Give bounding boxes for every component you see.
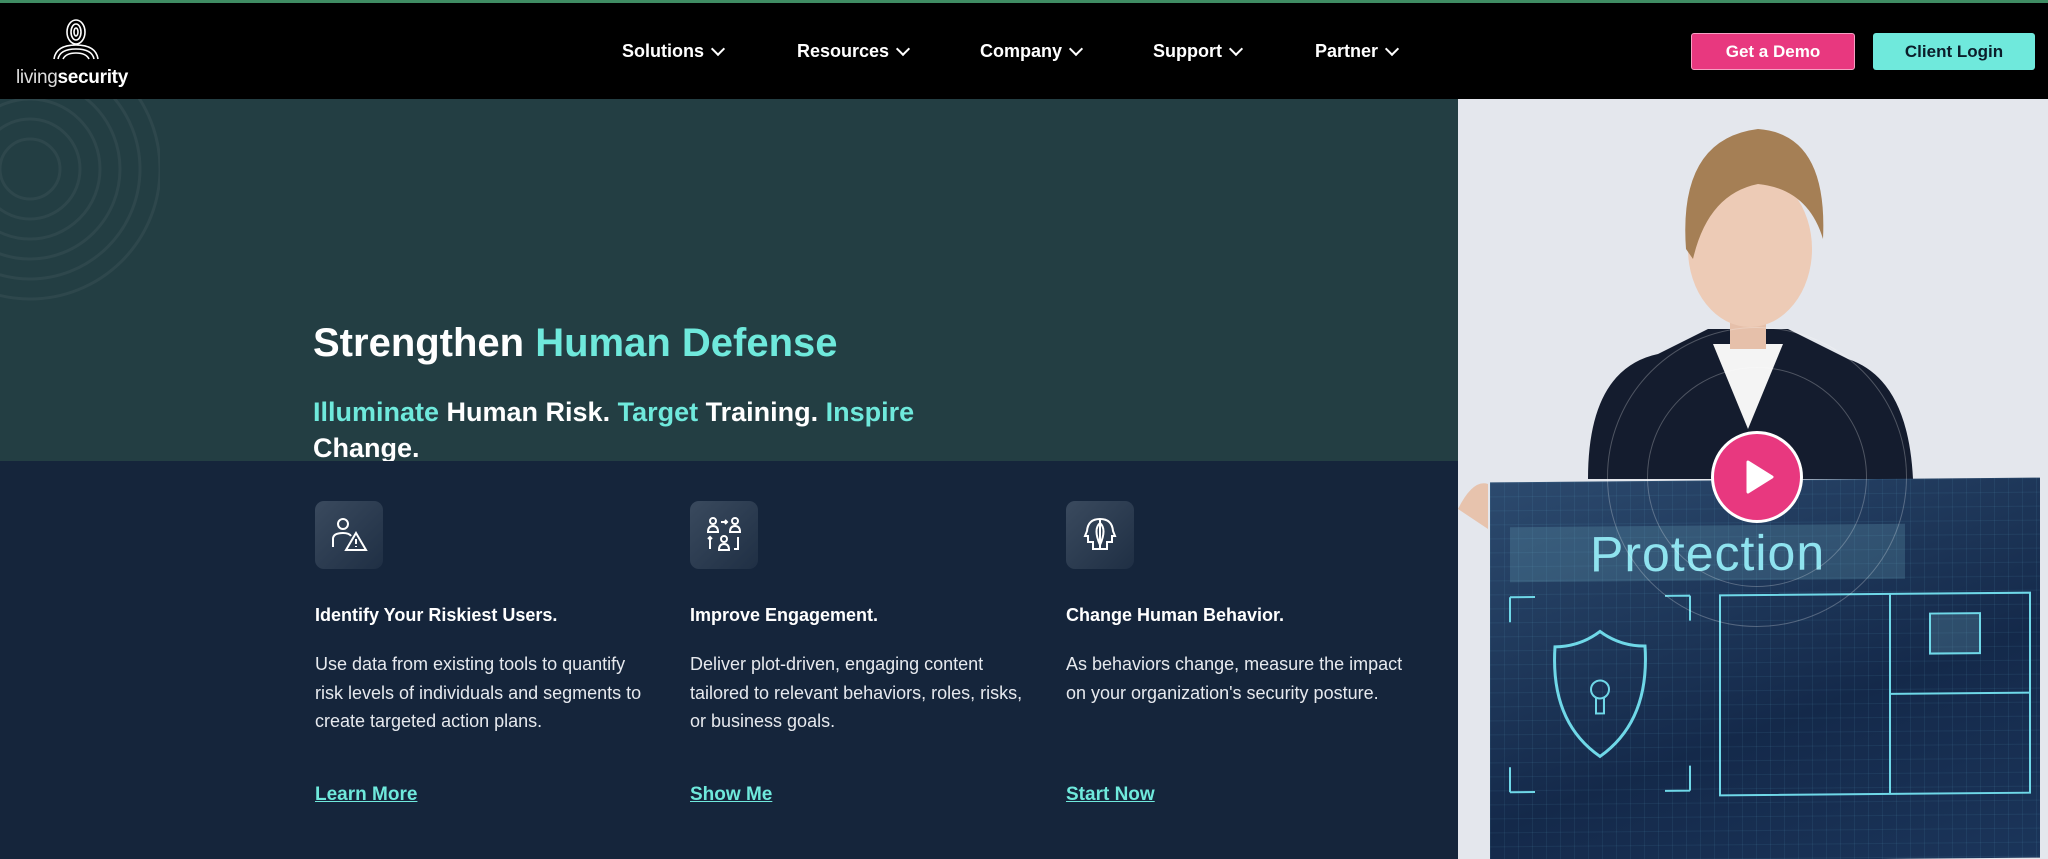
play-video-button[interactable] (1711, 431, 1803, 523)
start-now-link[interactable]: Start Now (1066, 784, 1155, 806)
show-me-link[interactable]: Show Me (690, 784, 772, 806)
title-highlight: Human Defense (535, 321, 838, 365)
chevron-down-icon (1228, 41, 1244, 56)
nav-label: Solutions (622, 41, 704, 61)
play-icon (1746, 460, 1774, 494)
shield-lock-icon (1509, 591, 2031, 797)
users-cycle-icon (690, 501, 758, 569)
nav-label: Support (1153, 41, 1222, 61)
heads-icon (1066, 501, 1134, 569)
sub-highlight: Illuminate (313, 397, 440, 427)
fingerprint-watermark-icon (0, 99, 160, 301)
hero-subtitle: Illuminate Human Risk. Target Training. … (313, 394, 1033, 461)
nav-resources[interactable]: Resources (797, 41, 911, 62)
logo-bold: security (57, 67, 129, 88)
sub-text: Change. (313, 433, 420, 461)
nav-label: Partner (1315, 41, 1379, 61)
feature-title: Identify Your Riskiest Users. (315, 605, 558, 625)
feature-body: As behaviors change, measure the impact … (1066, 654, 1403, 703)
client-login-button[interactable]: Client Login (1873, 33, 2035, 70)
nav-support[interactable]: Support (1153, 41, 1244, 62)
nav-solutions[interactable]: Solutions (622, 41, 726, 62)
hero-section: Strengthen Human Defense Illuminate Huma… (0, 99, 1458, 461)
title-white: Strengthen (313, 321, 536, 365)
learn-more-link[interactable]: Learn More (315, 784, 417, 806)
feature-title: Improve Engagement. (690, 605, 879, 625)
get-demo-button[interactable]: Get a Demo (1691, 33, 1855, 70)
sub-highlight: Inspire (825, 397, 915, 427)
feature-body: Use data from existing tools to quantify… (315, 654, 642, 731)
user-warning-icon (315, 501, 383, 569)
nav-company[interactable]: Company (980, 41, 1084, 62)
hero-title: Strengthen Human Defense (313, 321, 838, 366)
nav-label: Resources (797, 41, 890, 61)
feature-body: Deliver plot-driven, engaging content ta… (690, 654, 1023, 731)
top-nav: livingsecurity Solutions Resources Compa… (0, 3, 2048, 99)
feature-card: Improve Engagement. Deliver plot-driven,… (690, 501, 1030, 736)
nav-partner[interactable]: Partner (1315, 41, 1400, 62)
hero-video-thumbnail[interactable]: Protection (1458, 99, 2048, 859)
feature-card: Change Human Behavior. As behaviors chan… (1066, 501, 1406, 707)
sub-highlight: Target (617, 397, 699, 427)
nav-label: Company (980, 41, 1063, 61)
logo-wordmark[interactable]: livingsecurity (16, 67, 128, 89)
chevron-down-icon (1068, 41, 1084, 56)
feature-title: Change Human Behavior. (1066, 605, 1285, 625)
logo-light: living (16, 67, 58, 88)
feature-card: Identify Your Riskiest Users. Use data f… (315, 501, 655, 736)
chevron-down-icon (710, 41, 726, 56)
chevron-down-icon (1384, 41, 1400, 56)
sub-text: Human Risk. (439, 397, 618, 427)
chevron-down-icon (895, 41, 911, 56)
features-section: Identify Your Riskiest Users. Use data f… (0, 461, 1458, 859)
sub-text: Training. (698, 397, 826, 427)
